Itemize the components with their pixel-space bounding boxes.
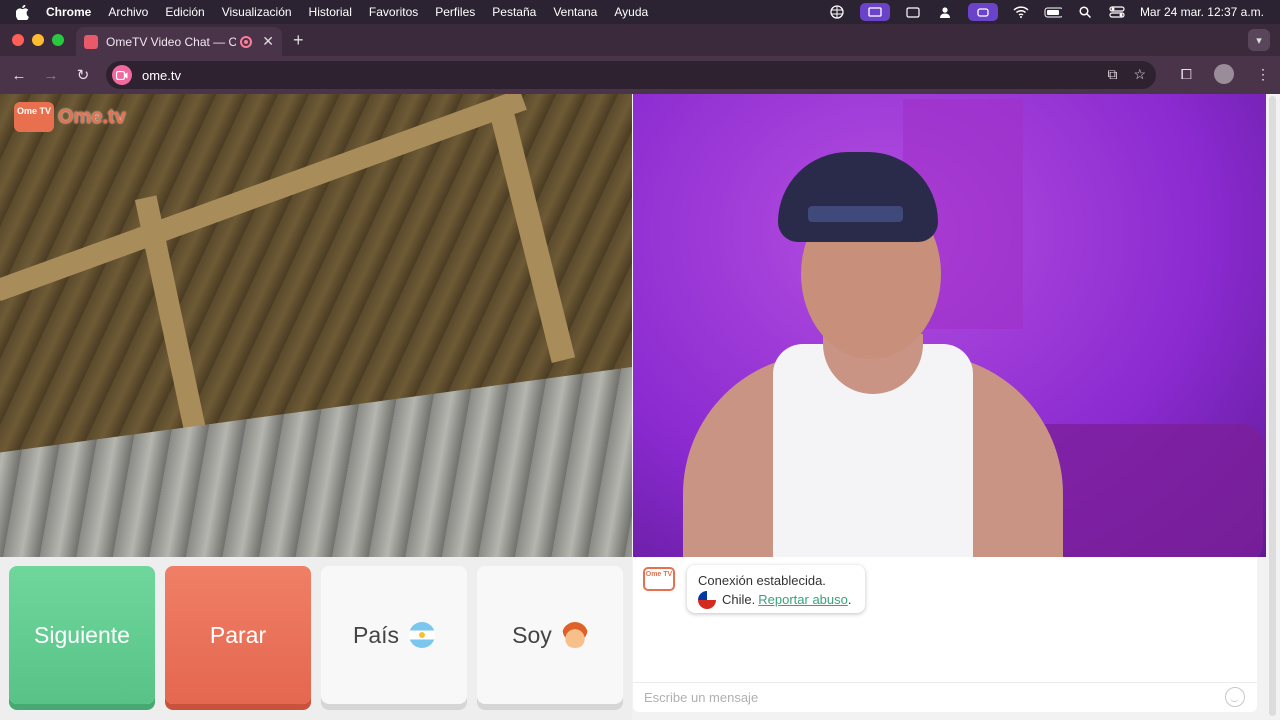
menu-perfiles[interactable]: Perfiles	[435, 5, 475, 19]
menu-app-chrome[interactable]: Chrome	[46, 5, 91, 19]
window-zoom-button[interactable]	[52, 34, 64, 46]
control-panel: Siguiente Parar País Soy	[0, 557, 632, 720]
vpn-globe-icon[interactable]	[828, 5, 846, 19]
ometv-bot-avatar-icon: Ome TV	[643, 567, 675, 591]
menu-archivo[interactable]: Archivo	[108, 5, 148, 19]
os-menubar: Chrome Archivo Edición Visualización His…	[0, 0, 1280, 24]
report-abuse-link[interactable]: Reportar abuso	[758, 590, 848, 609]
menu-historial[interactable]: Historial	[309, 5, 352, 19]
tab-close-icon[interactable]: ✕	[262, 33, 274, 50]
browser-toolbar: ← → ↻ ome.tv ⧉ ☆ ⧠ ⋮	[0, 56, 1280, 94]
screen-share-icon[interactable]	[859, 3, 890, 21]
ometv-page: Ome TV Ome.tv Siguiente Parar País Soy O…	[0, 94, 1280, 720]
next-button[interactable]: Siguiente	[9, 566, 155, 704]
menu-ayuda[interactable]: Ayuda	[614, 5, 648, 19]
wifi-icon[interactable]	[1012, 5, 1030, 19]
menu-edicion[interactable]: Edición	[165, 5, 204, 19]
display-icon[interactable]	[904, 5, 922, 19]
window-close-button[interactable]	[12, 34, 24, 46]
bookmark-star-icon[interactable]: ☆	[1133, 66, 1146, 83]
emoji-smiley-icon[interactable]	[1225, 687, 1245, 707]
window-minimize-button[interactable]	[32, 34, 44, 46]
stop-button[interactable]: Parar	[165, 566, 311, 704]
browser-tab-active[interactable]: OmeTV Video Chat — Omegle ✕	[76, 27, 282, 56]
partner-country-text: Chile.	[722, 592, 756, 607]
menu-pestana[interactable]: Pestaña	[492, 5, 536, 19]
system-message-bubble: Conexión establecida. Chile. Reportar ab…	[687, 565, 865, 613]
menu-ventana[interactable]: Ventana	[553, 5, 597, 19]
site-camera-icon[interactable]	[112, 65, 132, 85]
menu-visualizacion[interactable]: Visualización	[222, 5, 292, 19]
browser-tabbar: OmeTV Video Chat — Omegle ✕ + ▾	[0, 24, 1280, 56]
menu-favoritos[interactable]: Favoritos	[369, 5, 418, 19]
address-bar-url[interactable]: ome.tv	[142, 68, 181, 83]
ometv-logo-text: Ome.tv	[58, 105, 126, 128]
address-bar[interactable]: ome.tv ⧉ ☆	[106, 61, 1156, 89]
argentina-flag-icon	[409, 622, 436, 648]
new-tab-button[interactable]: +	[293, 30, 304, 51]
tab-favicon-icon	[84, 34, 98, 49]
back-arrow-icon[interactable]: ←	[6, 62, 32, 88]
control-center-icon[interactable]	[1108, 5, 1126, 19]
gender-button-label: Soy	[512, 621, 552, 648]
tab-title: OmeTV Video Chat — Omegle	[106, 34, 237, 49]
country-button[interactable]: País	[321, 566, 467, 704]
extensions-puzzle-icon[interactable]: ⧠	[1181, 66, 1192, 83]
stop-button-label: Parar	[209, 621, 267, 648]
reload-icon[interactable]: ↻	[70, 62, 96, 88]
connection-status-text: Conexión establecida.	[698, 573, 826, 588]
apple-icon[interactable]	[14, 4, 30, 20]
message-input[interactable]: Escribe un mensaje	[644, 690, 758, 705]
search-icon[interactable]	[1076, 5, 1094, 19]
battery-icon[interactable]	[1044, 5, 1062, 19]
remote-video-feed	[633, 94, 1266, 557]
report-link-period: .	[847, 592, 852, 607]
stage-manager-icon[interactable]	[967, 3, 998, 21]
forward-arrow-icon[interactable]: →	[38, 62, 64, 88]
page-scrollbar[interactable]	[1269, 96, 1276, 716]
chat-panel: Ome TV Conexión establecida. Chile. Repo…	[633, 557, 1257, 712]
next-button-label: Siguiente	[34, 621, 130, 648]
ometv-logo[interactable]: Ome TV Ome.tv	[14, 102, 126, 132]
local-video-feed: Ome TV Ome.tv	[0, 94, 632, 557]
recording-indicator-icon	[240, 35, 253, 48]
message-input-bar[interactable]: Escribe un mensaje	[633, 682, 1257, 712]
profile-avatar[interactable]	[1214, 64, 1234, 84]
gender-button[interactable]: Soy	[477, 566, 623, 704]
boy-emoji-icon	[561, 622, 588, 648]
tab-search-chevron-icon[interactable]: ▾	[1248, 29, 1270, 51]
browser-menu-icon[interactable]: ⋮	[1256, 66, 1270, 83]
chile-flag-icon	[698, 590, 716, 609]
menubar-clock[interactable]: Mar 24 mar. 12:37 a.m.	[1140, 5, 1264, 19]
user-icon[interactable]	[936, 5, 954, 19]
country-button-label: País	[352, 621, 400, 648]
cast-icon[interactable]: ⧉	[1107, 66, 1117, 83]
ometv-logo-tv-icon: Ome TV	[14, 102, 54, 132]
